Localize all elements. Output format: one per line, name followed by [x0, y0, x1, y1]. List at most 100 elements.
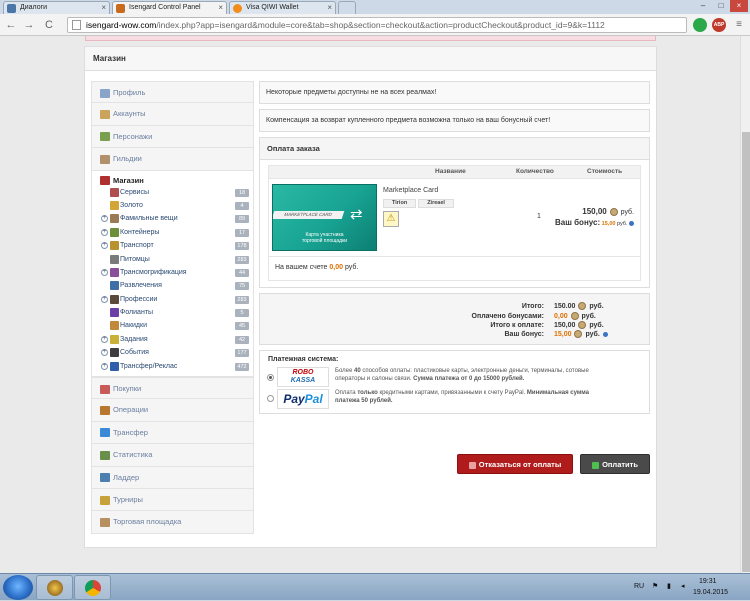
expand-icon[interactable]: + — [101, 349, 108, 357]
paypal-logo[interactable]: PayPal — [277, 389, 329, 409]
robokassa-radio[interactable] — [267, 374, 274, 381]
tab-dialogs[interactable]: Диалоги × — [3, 1, 110, 14]
menu-icon[interactable]: ≡ — [732, 18, 746, 32]
language-indicator[interactable]: RU — [634, 583, 644, 590]
sidebar-item-label: Статистика — [113, 450, 153, 460]
clock-time[interactable]: 19:31 — [699, 578, 717, 585]
info-icon[interactable] — [602, 331, 608, 337]
shop-category-item[interactable]: Сервисы 18 — [92, 186, 253, 199]
sidebar: Профиль Аккаунты Персонажи Гильдии Магазин … — [91, 81, 254, 534]
paypal-radio[interactable] — [267, 395, 274, 402]
expand-icon[interactable]: + — [101, 228, 108, 236]
tab-strip: Диалоги × Isengard Control Panel × Visa … — [0, 0, 750, 14]
shop-category-item[interactable]: Фолианты 5 — [92, 306, 253, 319]
taskbar-wow[interactable] — [36, 575, 73, 600]
minimize-button[interactable]: – — [694, 0, 712, 12]
sidebar-shop-title[interactable]: Магазин — [92, 175, 253, 186]
sidebar-item[interactable]: Покупки — [91, 377, 254, 400]
shop-category-item[interactable]: + Фамильные вещи 89 — [92, 212, 253, 225]
expand-icon[interactable]: + — [101, 242, 108, 250]
category-icon — [110, 294, 119, 304]
item-count-badge: 17 — [235, 228, 249, 237]
sidebar-item[interactable]: Персонажи — [91, 125, 254, 149]
shop-category-item[interactable]: Накидки 45 — [92, 319, 253, 332]
payment-system-box: Платежная система: ROBO KASSA Более 40 с… — [259, 350, 650, 414]
paypal-description: Оплата только кредитными картами, привяз… — [335, 390, 589, 404]
tab-qiwi[interactable]: Visa QIWI Wallet × — [229, 1, 336, 14]
category-icon — [110, 308, 119, 318]
cancel-payment-button[interactable]: Отказаться от оплаты — [457, 454, 573, 474]
scrollbar-thumb[interactable] — [742, 132, 750, 572]
reload-button[interactable]: C — [42, 18, 56, 32]
marketplace-icon — [100, 517, 110, 527]
close-window-button[interactable]: × — [730, 0, 748, 12]
shop-category-item[interactable]: + Контейнеры 17 — [92, 226, 253, 239]
sidebar-item[interactable]: Аккаунты — [91, 103, 254, 126]
page-scrollbar[interactable] — [740, 36, 750, 573]
shop-category-item[interactable]: + Задания 42 — [92, 333, 253, 346]
tab-close-icon[interactable]: × — [101, 2, 106, 14]
item-count-badge: 75 — [235, 282, 249, 291]
info-icon[interactable] — [629, 221, 634, 227]
order-product-row: MARKETPLACE CARD ⇄ Карта участника торго… — [268, 179, 641, 257]
system-tray: RU ⚑ ▮ ◂ 19:31 19.04.2015 — [630, 574, 750, 601]
shop-category-item[interactable]: + Транспорт 178 — [92, 239, 253, 252]
tab-close-icon[interactable]: × — [327, 2, 332, 14]
sidebar-item[interactable]: Профиль — [91, 81, 254, 104]
clock-date[interactable]: 19.04.2015 — [693, 589, 728, 596]
warning-icon[interactable]: ⚠ — [383, 211, 399, 227]
top-alert-strip — [85, 36, 656, 41]
card-image-caption: Карта участника торговой площадки — [301, 232, 348, 244]
totals-box: Итого: 150.00 руб. Оплачено бонусами: 0,00 … — [259, 293, 650, 345]
card-image-band: MARKETPLACE CARD — [273, 211, 345, 219]
adblock-icon[interactable]: ABP — [712, 18, 726, 32]
expand-icon[interactable]: + — [101, 215, 108, 223]
expand-icon[interactable]: + — [101, 362, 108, 370]
tab-close-icon[interactable]: × — [218, 2, 223, 14]
forward-button[interactable]: → — [22, 18, 36, 32]
expand-icon[interactable]: + — [101, 295, 108, 303]
extension-icon[interactable] — [693, 18, 707, 32]
totals-amount: 150.00 — [554, 303, 576, 310]
sidebar-item[interactable]: Турниры — [91, 488, 254, 512]
maximize-button[interactable]: □ — [712, 0, 730, 12]
shop-category-item[interactable]: + Трансмогрификация 44 — [92, 266, 253, 279]
coin-icon — [578, 321, 587, 330]
shop-card: Магазин Профиль Аккаунты Персонажи Гильдии … — [84, 46, 657, 548]
network-icon[interactable]: ▮ — [667, 582, 671, 590]
robokassa-logo[interactable]: ROBO KASSA — [277, 367, 329, 387]
volume-icon[interactable]: ◂ — [681, 582, 685, 590]
sidebar-item-label: Гильдии — [113, 154, 142, 164]
sidebar-item[interactable]: Торговая площадка — [91, 511, 254, 534]
shop-category-item[interactable]: Развлечения 75 — [92, 279, 253, 292]
sidebar-item[interactable]: Трансфер — [91, 421, 254, 445]
shop-category-item[interactable]: Питомцы 283 — [92, 253, 253, 266]
expand-icon[interactable]: + — [101, 268, 108, 276]
new-tab-button[interactable] — [338, 1, 356, 14]
product-name[interactable]: Marketplace Card — [383, 187, 438, 194]
sidebar-item[interactable]: Ладдер — [91, 466, 254, 489]
back-button[interactable]: ← — [4, 18, 18, 32]
start-button[interactable] — [3, 575, 33, 600]
shop-category-item[interactable]: + Трансфер/Реклас 472 — [92, 360, 253, 373]
address-bar[interactable]: isengard-wow.com/index.php?app=isengard&… — [67, 17, 687, 33]
category-icon — [110, 321, 119, 331]
shop-category-item[interactable]: + Профессии 283 — [92, 293, 253, 306]
item-count-badge: 45 — [235, 322, 249, 331]
shop-category-item[interactable]: + События 177 — [92, 346, 253, 359]
pay-button[interactable]: Оплатить — [580, 454, 650, 474]
sidebar-item-label: Покупки — [113, 384, 142, 394]
tab-isengard[interactable]: Isengard Control Panel × — [112, 1, 227, 14]
sidebar-item[interactable]: Операции — [91, 399, 254, 422]
order-title: Оплата заказа — [260, 138, 649, 160]
item-count-badge: 5 — [235, 309, 249, 318]
taskbar-chrome[interactable] — [74, 575, 111, 600]
sidebar-item-label: Ладдер — [113, 472, 140, 482]
expand-icon[interactable]: + — [101, 335, 108, 343]
sidebar-item[interactable]: Гильдии — [91, 148, 254, 171]
sidebar-item[interactable]: Статистика — [91, 444, 254, 467]
sidebar-item-label: Персонажи — [113, 131, 153, 141]
tray-flag-icon[interactable]: ⚑ — [652, 582, 658, 590]
chrome-icon — [85, 580, 101, 596]
shop-category-item[interactable]: Золото 4 — [92, 199, 253, 212]
